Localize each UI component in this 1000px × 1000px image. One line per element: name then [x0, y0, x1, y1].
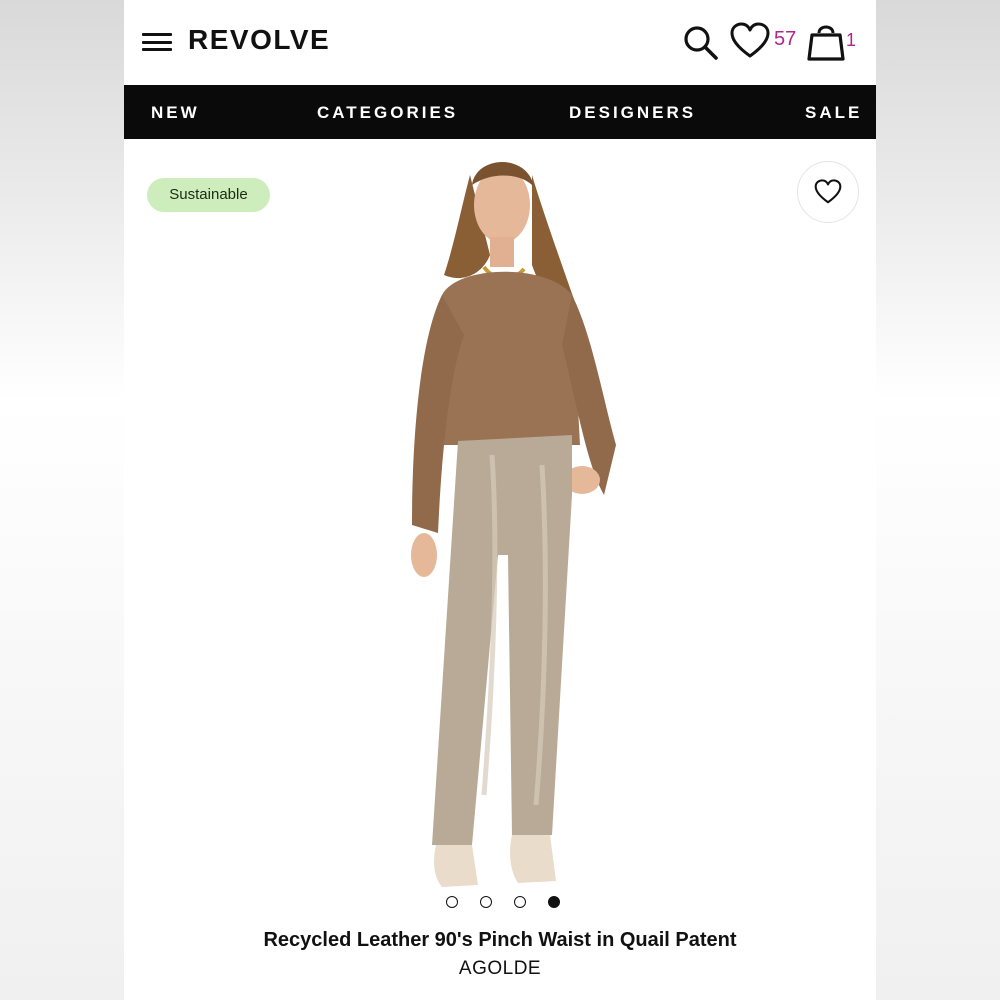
add-to-wishlist-button[interactable]: [797, 161, 859, 223]
nav-item-sale[interactable]: SALE: [805, 103, 862, 123]
product-photo: [411, 162, 616, 887]
nav-item-designers[interactable]: DESIGNERS: [569, 103, 696, 123]
carousel-dots: [446, 896, 566, 910]
carousel-dot[interactable]: [480, 896, 492, 908]
right-backdrop: [876, 0, 1000, 1000]
shopping-bag-icon[interactable]: [806, 20, 846, 62]
heart-outline-icon: [814, 179, 842, 204]
nav-item-new[interactable]: NEW: [151, 103, 200, 123]
carousel-dot-active[interactable]: [548, 896, 560, 908]
product-title: Recycled Leather 90's Pinch Waist in Qua…: [263, 929, 737, 951]
nav-item-categories[interactable]: CATEGORIES: [317, 103, 458, 123]
menu-icon[interactable]: [142, 33, 172, 51]
main-nav: NEW CATEGORIES DESIGNERS SALE: [124, 85, 876, 139]
header: REVOLVE 57 1: [124, 0, 876, 85]
wishlist-count: 57: [774, 28, 797, 50]
carousel-dot[interactable]: [446, 896, 458, 908]
logo[interactable]: REVOLVE: [188, 24, 330, 56]
sustainable-badge: Sustainable: [147, 178, 270, 212]
bag-count: 1: [846, 30, 857, 50]
left-backdrop: [0, 0, 124, 1000]
product-image-carousel[interactable]: Sustainable: [124, 139, 876, 920]
heart-icon[interactable]: [730, 22, 770, 60]
search-icon[interactable]: [680, 22, 720, 62]
carousel-dot[interactable]: [514, 896, 526, 908]
app-screen: REVOLVE 57 1 NEW CATEGORIES DESIGNERS SA…: [124, 0, 876, 1000]
product-brand[interactable]: AGOLDE: [124, 958, 876, 980]
